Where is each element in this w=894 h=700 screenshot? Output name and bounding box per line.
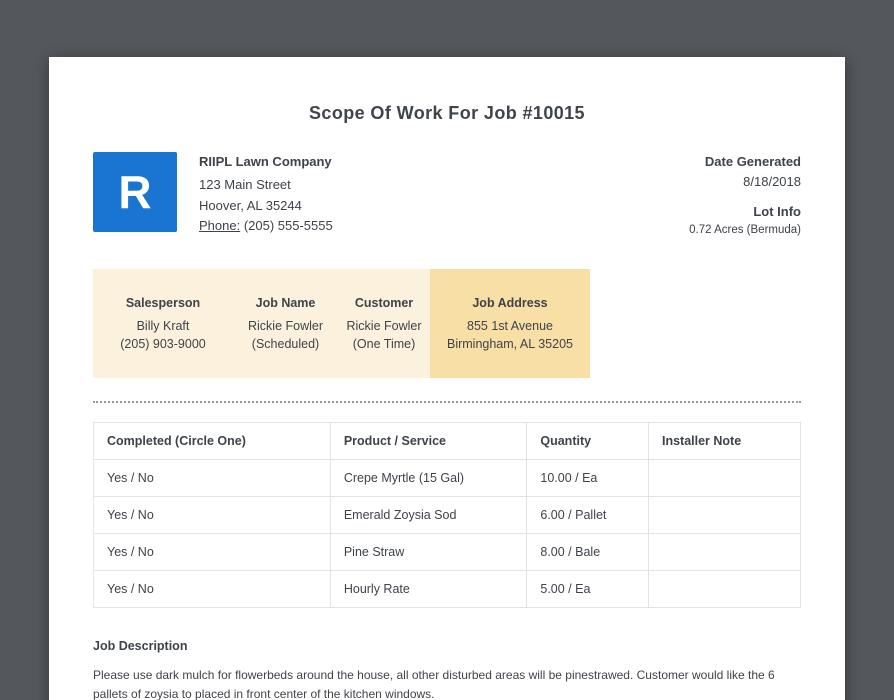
customer-type: (One Time) [352, 337, 416, 352]
dotted-divider [93, 401, 801, 403]
customer-name: Rickie Fowler [346, 318, 422, 333]
phone-label: Phone: [199, 218, 241, 234]
header-completed: Completed (Circle One) [93, 422, 331, 460]
cell-completed: Yes / No [93, 570, 331, 608]
header-installer-note: Installer Note [647, 422, 802, 460]
cell-installer-note [647, 496, 802, 534]
job-address-line2: Birmingham, AL 35205 [446, 337, 573, 352]
document-meta: Date Generated 8/18/2018 Lot Info 0.72 A… [689, 152, 801, 239]
cell-product: Crepe Myrtle (15 Gal) [329, 459, 528, 497]
cell-quantity: 6.00 / Pallet [526, 496, 649, 534]
cell-completed: Yes / No [93, 459, 331, 497]
salesperson-label: Salesperson [125, 295, 201, 310]
cell-quantity: 10.00 / Ea [526, 459, 649, 497]
salesperson-name: Billy Kraft [136, 318, 190, 333]
table-row: Yes / No Emerald Zoysia Sod 6.00 / Palle… [93, 496, 802, 534]
table-row: Yes / No Hourly Rate 5.00 / Ea [93, 570, 802, 608]
cell-product: Emerald Zoysia Sod [329, 496, 528, 534]
job-description-paragraph: Please use dark mulch for flowerbeds aro… [93, 668, 775, 700]
job-description-heading: Job Description [93, 639, 188, 653]
cell-installer-note [647, 570, 802, 608]
document-page: Scope Of Work For Job #10015 R RIIPL Law… [49, 57, 845, 700]
job-name-label: Job Name [255, 295, 316, 310]
job-address-label: Job Address [472, 295, 548, 310]
info-col-customer: Customer Rickie Fowler (One Time) [338, 268, 430, 378]
company-address-line1: 123 Main Street [199, 176, 291, 192]
cell-installer-note [647, 459, 802, 497]
cell-completed: Yes / No [93, 496, 331, 534]
date-generated-value: 8/18/2018 [743, 173, 801, 189]
info-col-job-name: Job Name Rickie Fowler (Scheduled) [233, 268, 338, 378]
job-name-value: Rickie Fowler [247, 318, 323, 333]
header-product-service: Product / Service [329, 422, 528, 460]
company-info: RIIPL Lawn Company 123 Main Street Hoove… [199, 152, 333, 237]
company-address-line2: Hoover, AL 35244 [199, 197, 302, 213]
cell-completed: Yes / No [93, 533, 331, 571]
table-header-row: Completed (Circle One) Product / Service… [93, 422, 802, 460]
table-row: Yes / No Crepe Myrtle (15 Gal) 10.00 / E… [93, 459, 802, 497]
info-col-job-address: Job Address 855 1st Avenue Birmingham, A… [430, 268, 590, 378]
company-logo-letter: R [118, 166, 152, 218]
date-generated-label: Date Generated [704, 154, 801, 169]
customer-label: Customer [354, 295, 414, 310]
cell-installer-note [647, 533, 802, 571]
header-quantity: Quantity [526, 422, 649, 460]
document-header: R RIIPL Lawn Company 123 Main Street Hoo… [93, 152, 801, 239]
cell-quantity: 8.00 / Bale [526, 533, 649, 571]
lot-info-label: Lot Info [753, 204, 801, 219]
cell-product: Pine Straw [329, 533, 528, 571]
phone-number: (205) 555-5555 [240, 218, 333, 234]
page-title: Scope Of Work For Job #10015 [309, 103, 585, 123]
table-row: Yes / No Pine Straw 8.00 / Bale [93, 533, 802, 571]
work-items-table: Completed (Circle One) Product / Service… [93, 422, 802, 608]
salesperson-phone: (205) 903-9000 [120, 337, 206, 352]
job-address-line1: 855 1st Avenue [467, 318, 553, 333]
company-logo: R [93, 152, 177, 232]
info-col-salesperson: Salesperson Billy Kraft (205) 903-9000 [93, 268, 233, 378]
company-name: RIIPL Lawn Company [199, 154, 332, 169]
cell-product: Hourly Rate [329, 570, 528, 608]
job-info-bar: Salesperson Billy Kraft (205) 903-9000 J… [93, 268, 590, 378]
job-status: (Scheduled) [251, 337, 320, 352]
lot-info-value: 0.72 Acres (Bermuda) [689, 223, 801, 236]
cell-quantity: 5.00 / Ea [526, 570, 649, 608]
company-phone: Phone: (205) 555-5555 [199, 216, 333, 237]
